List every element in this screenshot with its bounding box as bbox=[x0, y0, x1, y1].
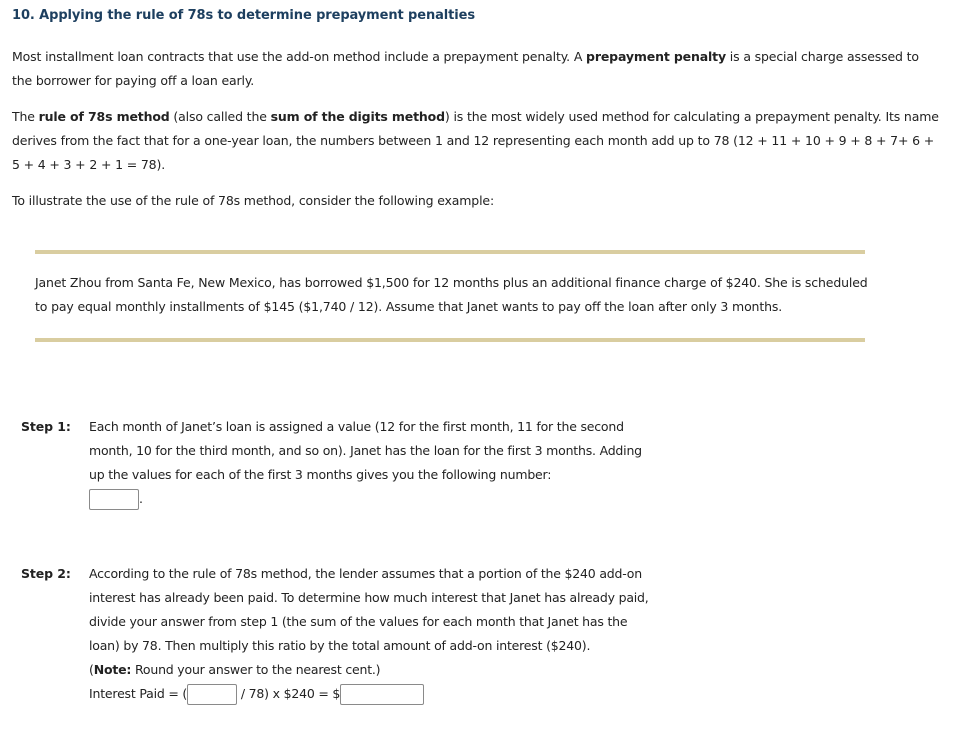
intro-text: The bbox=[12, 109, 39, 124]
intro-text: (also called the bbox=[169, 109, 271, 124]
note-label: Note: bbox=[93, 662, 132, 677]
intro-paragraph-1: Most installment loan contracts that use… bbox=[12, 45, 942, 93]
intro-paragraph-2: The rule of 78s method (also called the … bbox=[12, 105, 942, 177]
month-sum-input[interactable] bbox=[187, 684, 238, 705]
equation-middle: / 78) x $240 = $ bbox=[237, 686, 341, 701]
step1-answer-input[interactable] bbox=[89, 489, 139, 510]
step2-label: Step 2: bbox=[21, 566, 71, 581]
question-title: 10. Applying the rule of 78s to determin… bbox=[12, 8, 475, 23]
step2-note: (Note: Round your answer to the nearest … bbox=[89, 662, 381, 677]
step1-body: Each month of Janet’s loan is assigned a… bbox=[89, 415, 649, 511]
step1-label: Step 1: bbox=[21, 419, 71, 434]
example-divider-top bbox=[35, 250, 865, 254]
step2-body: According to the rule of 78s method, the… bbox=[89, 562, 649, 706]
term-rule-of-78s: rule of 78s method bbox=[38, 109, 170, 124]
intro-text: Most installment loan contracts that use… bbox=[12, 49, 587, 64]
interest-paid-input[interactable] bbox=[340, 684, 425, 705]
step2-text: According to the rule of 78s method, the… bbox=[89, 566, 649, 653]
term-sum-of-digits: sum of the digits method bbox=[270, 109, 445, 124]
intro-paragraph-3: To illustrate the use of the rule of 78s… bbox=[12, 193, 495, 208]
term-prepayment-penalty: prepayment penalty bbox=[586, 49, 726, 64]
example-box-text: Janet Zhou from Santa Fe, New Mexico, ha… bbox=[35, 275, 868, 314]
example-divider-bottom bbox=[35, 338, 865, 342]
note-text: Round your answer to the nearest cent.) bbox=[131, 662, 381, 677]
step1-period: . bbox=[139, 491, 143, 506]
equation-label: Interest Paid = ( bbox=[89, 686, 188, 701]
interest-paid-equation: Interest Paid = ( / 78) x $240 = $ bbox=[89, 684, 425, 705]
step1-text: Each month of Janet’s loan is assigned a… bbox=[89, 419, 642, 482]
